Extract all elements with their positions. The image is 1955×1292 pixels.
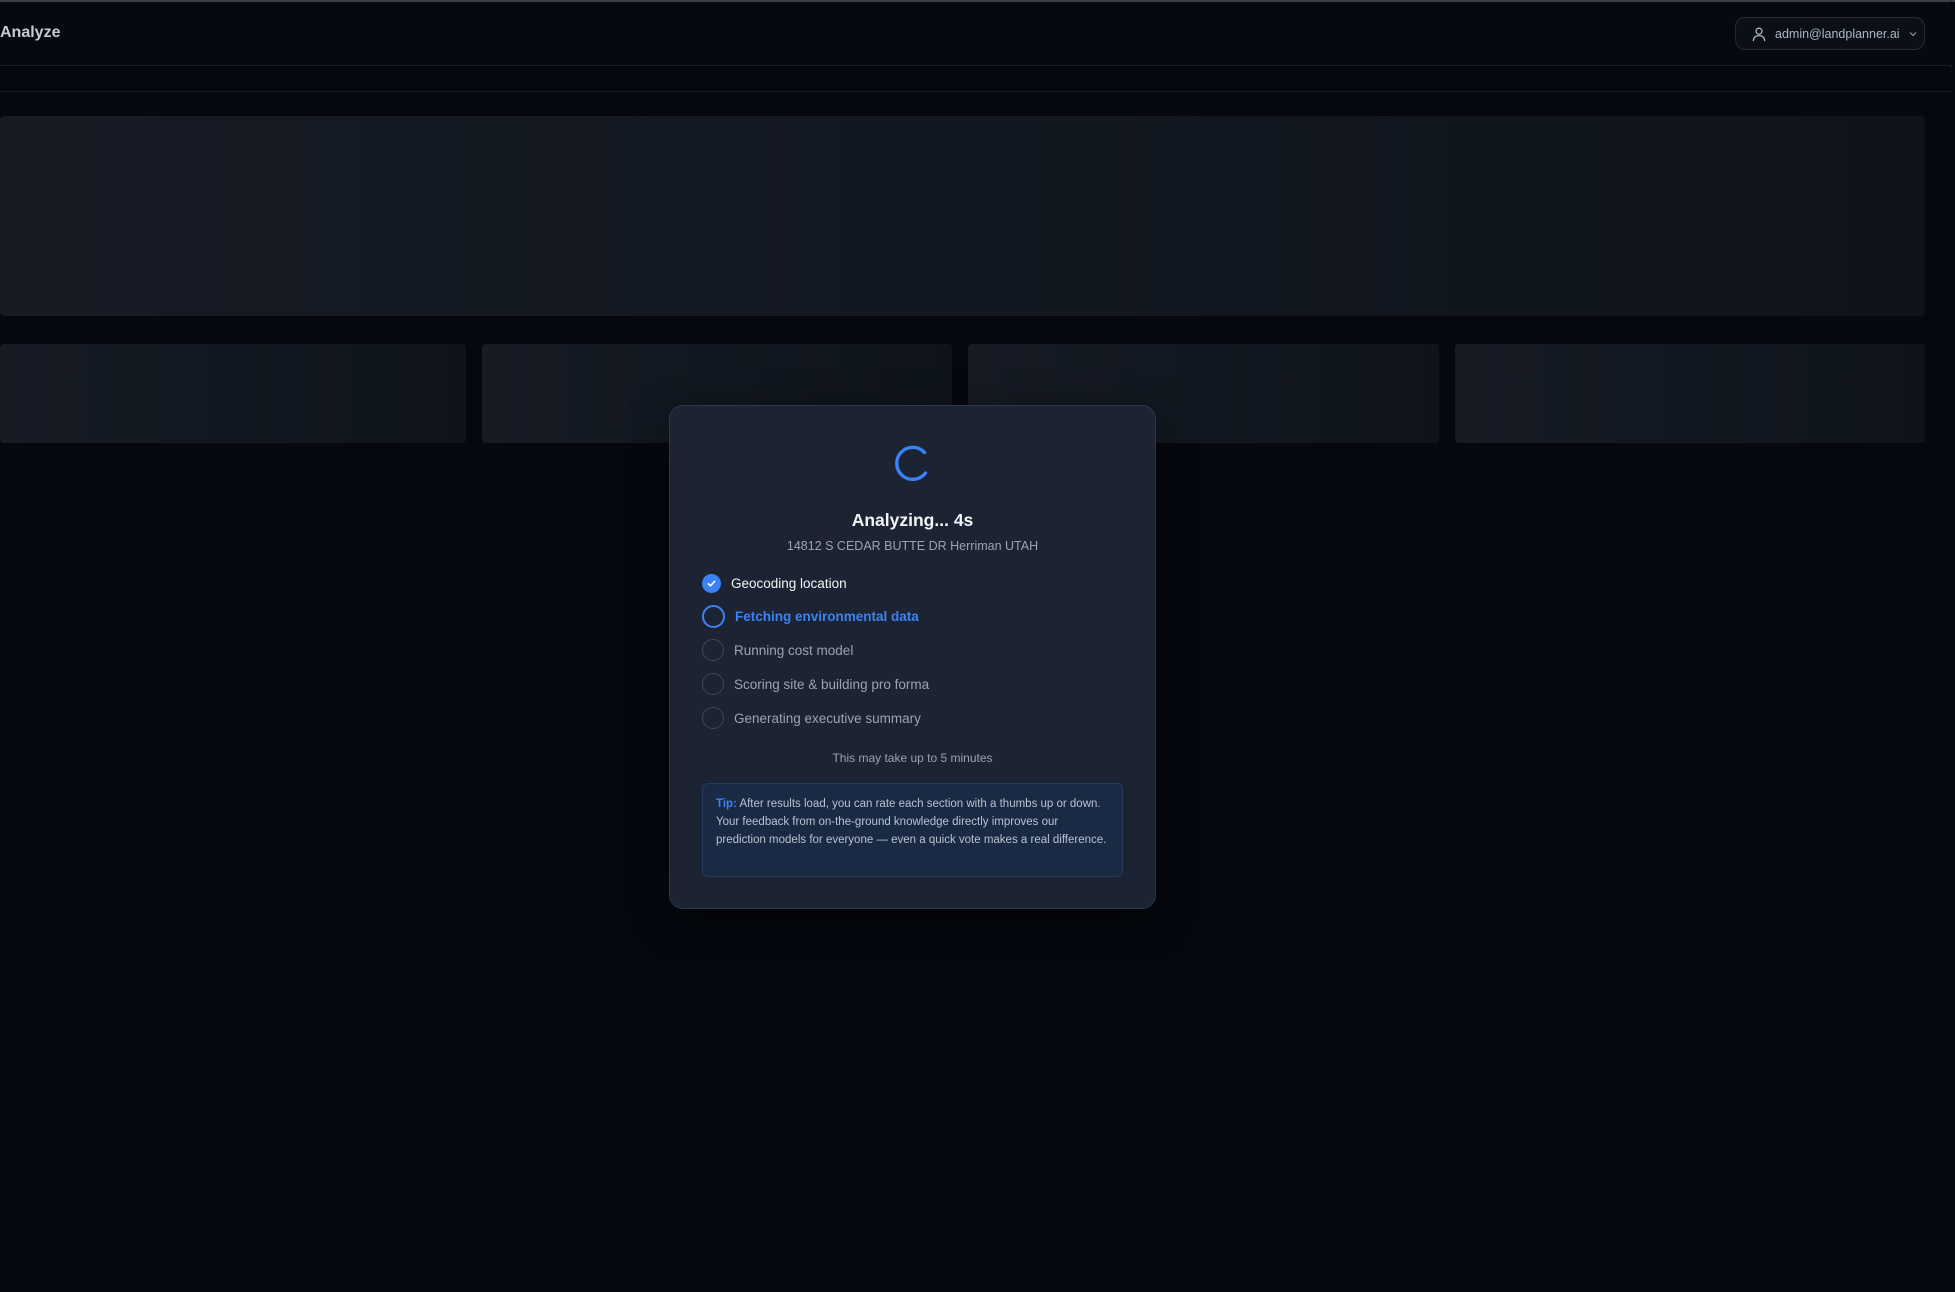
pending-circle-icon	[702, 707, 724, 729]
user-email: admin@landplanner.ai	[1775, 26, 1900, 41]
step-label: Fetching environmental data	[735, 609, 919, 624]
step-running-cost-model: Running cost model	[702, 639, 853, 661]
step-scoring-site: Scoring site & building pro forma	[702, 673, 929, 695]
tip-text: After results load, you can rate each se…	[716, 798, 1107, 846]
chevron-down-icon	[1908, 29, 1918, 39]
modal-title: Analyzing... 4s	[851, 510, 974, 530]
step-label: Scoring site & building pro forma	[734, 676, 930, 692]
loading-skeleton-hero	[0, 116, 1925, 316]
pending-circle-icon	[702, 673, 724, 695]
tip-box: Tip: After results load, you can rate ea…	[702, 783, 1123, 877]
analysis-progress-modal: Analyzing... 4s 14812 S CEDAR BUTTE DR H…	[669, 405, 1156, 909]
in-progress-circle-icon	[702, 605, 725, 628]
property-address: 14812 S CEDAR BUTTE DR Herriman UTAH	[786, 539, 1039, 553]
step-label: Running cost model	[734, 642, 854, 658]
step-geocoding-location: Geocoding location	[702, 574, 847, 593]
page: Analyze admin@landplanner.ai Analyzing..…	[0, 0, 1955, 1292]
loading-skeleton-card	[0, 344, 466, 443]
tip-label: Tip:	[716, 798, 737, 810]
check-icon	[702, 574, 721, 593]
loading-skeleton-card	[1455, 344, 1925, 443]
user-icon	[1751, 26, 1767, 42]
page-title: Analyze	[0, 24, 61, 41]
user-menu-button[interactable]: admin@landplanner.ai	[1735, 17, 1925, 50]
step-label: Generating executive summary	[734, 710, 921, 726]
step-generating-executive-summary: Generating executive summary	[702, 707, 921, 729]
step-label: Geocoding location	[731, 576, 847, 591]
step-fetching-environmental-data: Fetching environmental data	[702, 605, 919, 628]
spinner-icon	[892, 442, 934, 484]
app-header: Analyze admin@landplanner.ai	[0, 2, 1952, 66]
pending-circle-icon	[702, 639, 724, 661]
wait-time-note: This may take up to 5 minutes	[832, 751, 993, 765]
sub-navigation-bar	[0, 67, 1952, 92]
